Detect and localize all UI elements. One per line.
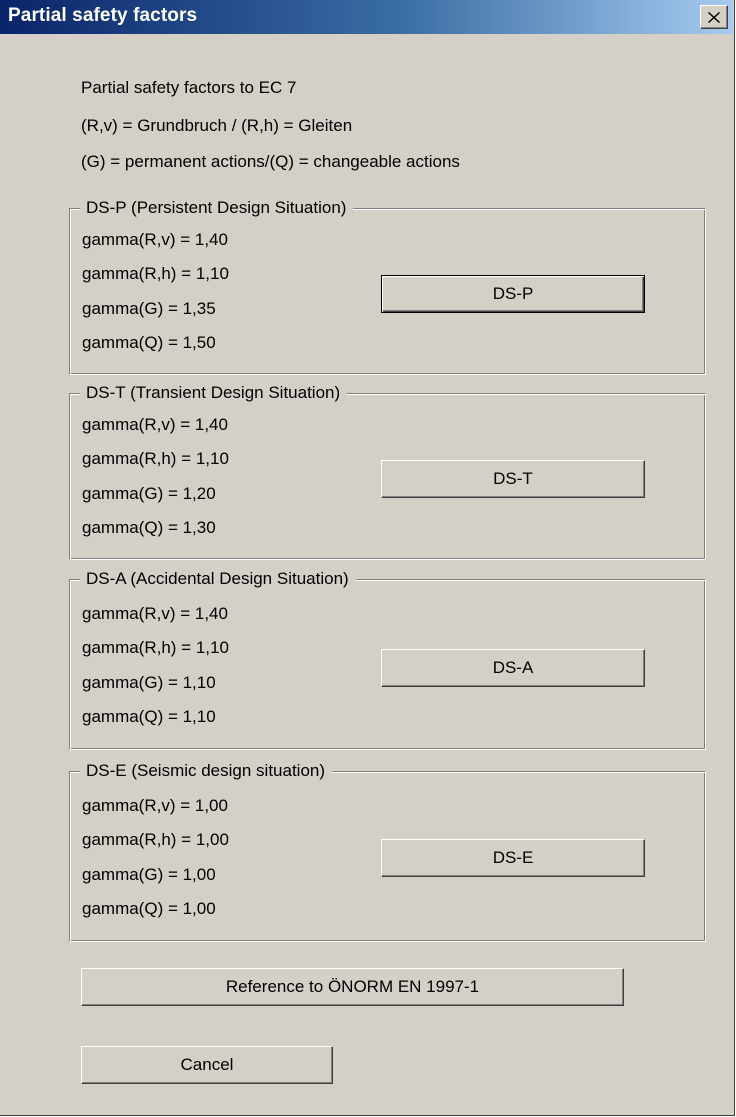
gamma-rh-value: gamma(R,h) = 1,10 <box>82 449 229 468</box>
gamma-q-value: gamma(Q) = 1,00 <box>82 899 216 918</box>
ds-e-button[interactable]: DS-E <box>381 839 645 877</box>
gamma-g-value: gamma(G) = 1,10 <box>82 673 216 692</box>
ds-t-button[interactable]: DS-T <box>381 460 645 498</box>
reference-onorm-button[interactable]: Reference to ÖNORM EN 1997-1 <box>81 968 624 1006</box>
gamma-rh-value: gamma(R,h) = 1,10 <box>82 264 229 283</box>
close-button[interactable] <box>700 5 728 29</box>
group-ds-p: DS-P (Persistent Design Situation) gamma… <box>69 194 706 375</box>
ds-p-button[interactable]: DS-P <box>381 275 645 313</box>
group-ds-e: DS-E (Seismic design situation) gamma(R,… <box>69 757 706 942</box>
gamma-q-value: gamma(Q) = 1,10 <box>82 707 216 726</box>
gamma-rv-value: gamma(R,v) = 1,00 <box>82 796 228 815</box>
gamma-g-value: gamma(G) = 1,35 <box>82 299 216 318</box>
ds-a-button[interactable]: DS-A <box>381 649 645 687</box>
gamma-q-value: gamma(Q) = 1,30 <box>82 518 216 537</box>
group-ds-a: DS-A (Accidental Design Situation) gamma… <box>69 565 706 750</box>
group-legend: DS-A (Accidental Design Situation) <box>80 565 356 593</box>
close-icon <box>708 11 720 23</box>
intro-line-actions: (G) = permanent actions/(Q) = changeable… <box>81 152 460 171</box>
gamma-rh-value: gamma(R,h) = 1,10 <box>82 638 229 657</box>
gamma-g-value: gamma(G) = 1,00 <box>82 865 216 884</box>
group-legend: DS-P (Persistent Design Situation) <box>80 194 354 222</box>
gamma-rv-value: gamma(R,v) = 1,40 <box>82 415 228 434</box>
gamma-q-value: gamma(Q) = 1,50 <box>82 333 216 352</box>
gamma-rv-value: gamma(R,v) = 1,40 <box>82 604 228 623</box>
group-legend: DS-E (Seismic design situation) <box>80 757 333 785</box>
partial-safety-factors-dialog: Partial safety factors Partial safety fa… <box>0 0 735 1116</box>
intro-line-ec7: Partial safety factors to EC 7 <box>81 78 297 97</box>
gamma-g-value: gamma(G) = 1,20 <box>82 484 216 503</box>
gamma-rh-value: gamma(R,h) = 1,00 <box>82 830 229 849</box>
window-title: Partial safety factors <box>8 5 198 26</box>
title-bar[interactable]: Partial safety factors <box>0 0 733 34</box>
group-legend: DS-T (Transient Design Situation) <box>80 379 348 407</box>
intro-line-resistance: (R,v) = Grundbruch / (R,h) = Gleiten <box>81 116 353 135</box>
group-ds-t: DS-T (Transient Design Situation) gamma(… <box>69 379 706 560</box>
gamma-rv-value: gamma(R,v) = 1,40 <box>82 230 228 249</box>
cancel-button[interactable]: Cancel <box>81 1046 333 1084</box>
